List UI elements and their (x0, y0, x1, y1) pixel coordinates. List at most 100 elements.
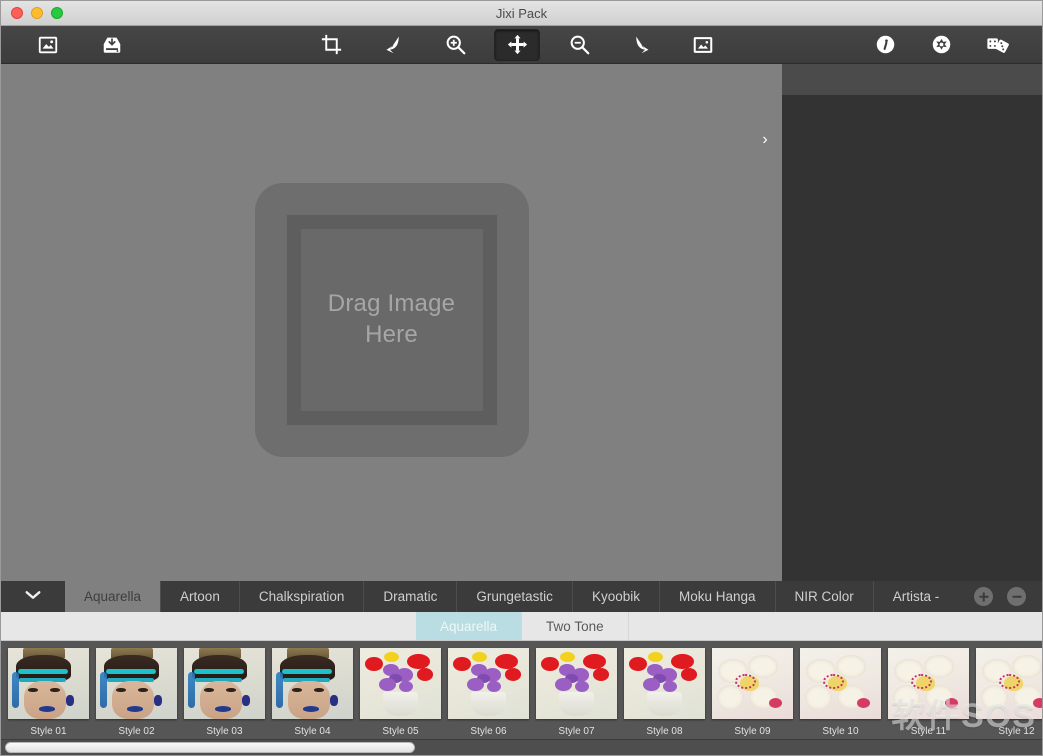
category-tab-label: Grungetastic (476, 589, 553, 604)
right-panel (782, 64, 1042, 581)
info-button[interactable] (862, 29, 908, 61)
image-dropzone[interactable]: Drag Image Here (254, 182, 529, 457)
category-tab-moku-hanga[interactable]: Moku Hanga (658, 581, 775, 612)
zoom-in-button[interactable] (432, 29, 478, 61)
workspace: › Drag Image Here (1, 64, 1042, 581)
category-tab-artoon[interactable]: Artoon (160, 581, 239, 612)
style-thumbnail-label: Style 01 (30, 726, 67, 737)
crop-tool-button[interactable] (308, 29, 354, 61)
move-icon (507, 34, 528, 55)
settings-button[interactable] (918, 29, 964, 61)
style-thumbnail-image (96, 648, 177, 719)
style-thumbnail-label: Style 12 (998, 726, 1035, 737)
style-thumbnail[interactable]: Style 04 (272, 648, 353, 737)
main-toolbar (1, 26, 1042, 64)
category-tab-grungetastic[interactable]: Grungetastic (456, 581, 572, 612)
dice-button[interactable] (974, 29, 1020, 61)
category-tab-label: Artista - (892, 589, 940, 604)
category-tab-label: Kyoobik (591, 589, 640, 604)
style-thumbnail-image (272, 648, 353, 719)
window-title: Jixi Pack (495, 5, 548, 21)
category-tab-kyoobik[interactable]: Kyoobik (571, 581, 659, 612)
style-thumbnail-label: Style 05 (382, 726, 419, 737)
redo-icon (631, 34, 652, 55)
style-thumbnail[interactable]: Style 05 (360, 648, 441, 737)
expand-panel-chevron-icon[interactable]: › (756, 130, 774, 150)
style-thumbnail-label: Style 03 (206, 726, 243, 737)
save-to-disk-button[interactable] (89, 29, 135, 61)
style-sub-tab-bar: Aquarella Two Tone (1, 612, 1042, 641)
redo-button[interactable] (618, 29, 664, 61)
style-thumbnail-image (184, 648, 265, 719)
category-tab-aquarella[interactable]: Aquarella (65, 581, 161, 612)
category-tab-label: Aquarella (84, 589, 142, 604)
style-thumbnail[interactable]: Style 08 (624, 648, 705, 737)
style-thumbnail[interactable]: Style 02 (96, 648, 177, 737)
style-thumbnail-label: Style 02 (118, 726, 155, 737)
chevron-down-icon (24, 588, 42, 606)
style-thumbnail[interactable]: Style 03 (184, 648, 265, 737)
dropzone-frame: Drag Image Here (286, 214, 497, 425)
category-actions (962, 581, 1042, 612)
style-thumbnail[interactable]: Style 01 (8, 648, 89, 737)
category-tab-artista[interactable]: Artista - (872, 581, 959, 612)
category-tab-chalkspiration[interactable]: Chalkspiration (238, 581, 364, 612)
style-sub-tab-two-tone[interactable]: Two Tone (522, 612, 629, 640)
sub-tab-spacer (1, 612, 416, 640)
zoom-out-button[interactable] (556, 29, 602, 61)
move-tool-button[interactable] (494, 28, 540, 61)
style-thumbnail-image (800, 648, 881, 719)
style-thumbnail-label: Style 11 (910, 726, 947, 737)
style-thumbnail[interactable]: Style 10 (800, 648, 881, 737)
style-thumbnail-image (888, 648, 969, 719)
title-bar: Jixi Pack (1, 1, 1042, 26)
style-thumbnail-image (536, 648, 617, 719)
crop-icon (321, 34, 342, 55)
settings-icon (931, 34, 952, 55)
image-canvas[interactable]: › Drag Image Here (1, 64, 782, 581)
style-thumbnail-image (624, 648, 705, 719)
style-sub-tab-aquarella[interactable]: Aquarella (416, 612, 523, 640)
dice-icon (985, 34, 1009, 55)
category-tab-label: NIR Color (794, 589, 854, 604)
style-thumbnail-image (976, 648, 1042, 719)
style-thumbnail[interactable]: Style 07 (536, 648, 617, 737)
style-thumbnail-label: Style 08 (646, 726, 683, 737)
style-thumbnail-label: Style 10 (822, 726, 859, 737)
style-sub-tabs: Aquarella Two Tone (416, 612, 629, 640)
style-sub-tab-label: Two Tone (546, 618, 604, 634)
style-thumbnail[interactable]: Style 12 (976, 648, 1042, 737)
scrollbar-thumb[interactable] (5, 742, 415, 753)
app-window: Jixi Pack › Drag Image Here Aquarella Ar… (0, 0, 1043, 756)
category-tabs: Aquarella Artoon Chalkspiration Dramatic Gru… (65, 581, 962, 612)
category-tab-dramatic[interactable]: Dramatic (363, 581, 457, 612)
right-panel-header (782, 64, 1042, 95)
style-sub-tab-label: Aquarella (440, 618, 498, 634)
style-thumbnail-strip[interactable]: Style 01 Style 02 Style 03 Style 04 Style 05… (1, 641, 1042, 739)
open-image-button[interactable] (25, 29, 71, 61)
style-thumbnail[interactable]: Style 11 (888, 648, 969, 737)
style-thumbnail-image (8, 648, 89, 719)
category-menu-button[interactable] (1, 581, 65, 612)
image-preview-button[interactable] (680, 29, 726, 61)
dropzone-text: Drag Image Here (328, 289, 455, 350)
category-tab-nir-color[interactable]: NIR Color (774, 581, 873, 612)
remove-category-button[interactable] (1007, 587, 1026, 606)
dropzone-line-2: Here (365, 320, 418, 348)
thumbnail-scrollbar[interactable] (1, 739, 1042, 755)
style-thumbnail-label: Style 04 (294, 726, 331, 737)
image-preview-icon (692, 34, 714, 56)
style-thumbnail-label: Style 09 (734, 726, 771, 737)
category-tab-label: Chalkspiration (258, 589, 345, 604)
zoom-in-icon (445, 34, 466, 55)
style-thumbnail[interactable]: Style 06 (448, 648, 529, 737)
style-thumbnail-label: Style 07 (558, 726, 595, 737)
style-thumbnail[interactable]: Style 09 (712, 648, 793, 737)
undo-button[interactable] (370, 29, 416, 61)
open-image-icon (37, 34, 59, 56)
add-category-button[interactable] (974, 587, 993, 606)
style-thumbnail-image (360, 648, 441, 719)
category-tab-label: Moku Hanga (678, 589, 756, 604)
info-icon (875, 34, 896, 55)
style-thumbnail-image (448, 648, 529, 719)
